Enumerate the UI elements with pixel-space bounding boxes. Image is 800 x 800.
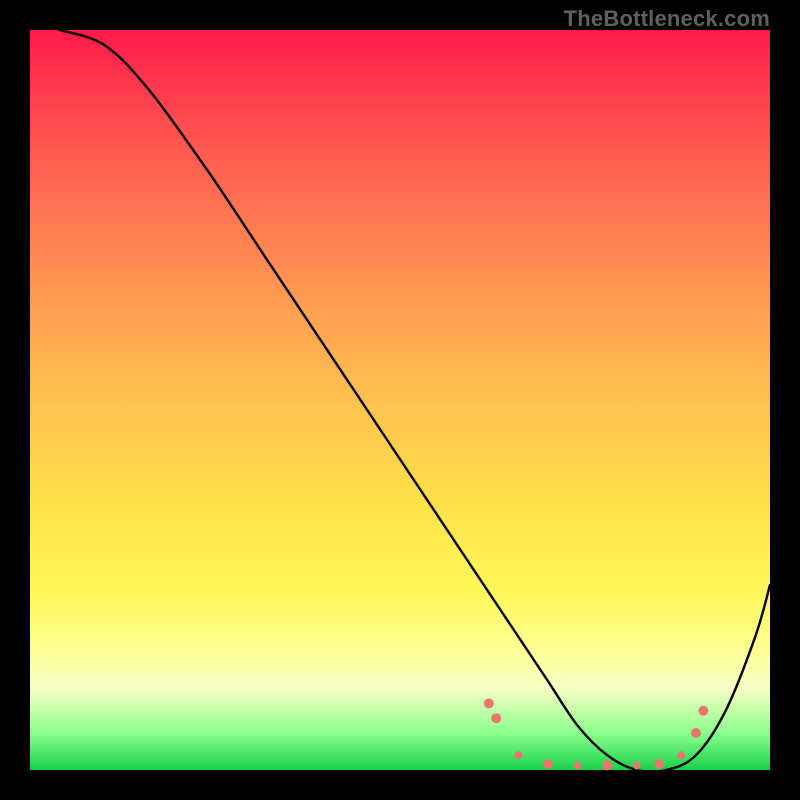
curve-line bbox=[60, 30, 770, 772]
marker-dot bbox=[514, 751, 522, 759]
watermark-text: TheBottleneck.com bbox=[564, 6, 770, 32]
marker-dot bbox=[602, 761, 612, 771]
marker-dot bbox=[698, 706, 708, 716]
marker-dot bbox=[677, 751, 685, 759]
marker-dot bbox=[491, 713, 501, 723]
marker-dot bbox=[654, 759, 664, 769]
marker-dot bbox=[574, 762, 582, 770]
marker-dot bbox=[543, 759, 553, 769]
chart-frame: TheBottleneck.com bbox=[0, 0, 800, 800]
curve-path-group bbox=[60, 30, 770, 772]
marker-dot bbox=[691, 728, 701, 738]
marker-dot bbox=[484, 698, 494, 708]
plot-area bbox=[30, 30, 770, 770]
marker-dot bbox=[633, 762, 641, 770]
chart-svg bbox=[30, 30, 770, 770]
marker-dots bbox=[484, 698, 709, 770]
